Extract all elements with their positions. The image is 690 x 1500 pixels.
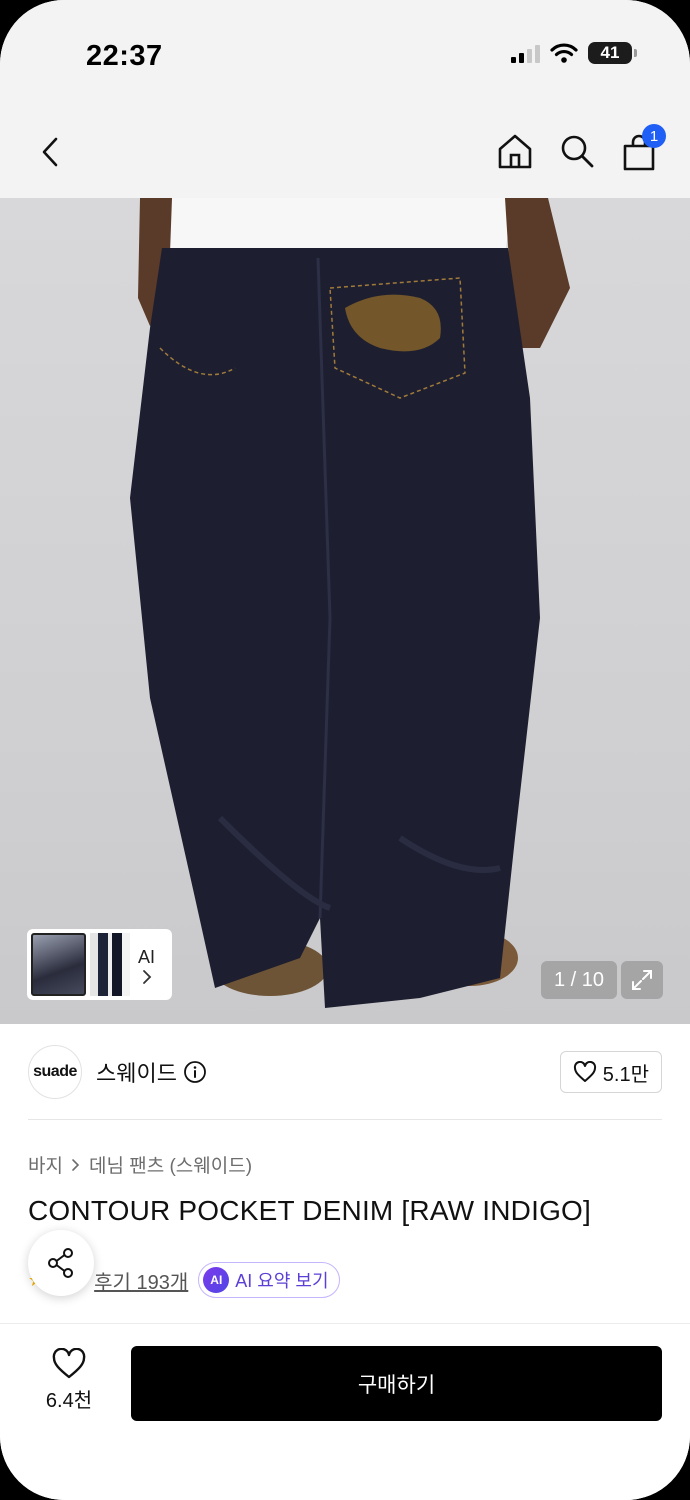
brand-name[interactable]: 스웨이드 (96, 1056, 177, 1088)
battery-icon: 41 (588, 42, 637, 64)
chevron-right-icon (72, 1158, 80, 1171)
breadcrumb-category[interactable]: 바지 (28, 1151, 63, 1178)
status-icons: 41 (511, 42, 637, 64)
product-title: CONTOUR POCKET DENIM [RAW INDIGO] (28, 1195, 592, 1226)
breadcrumb-subcategory[interactable]: 데님 팬츠 (스웨이드) (89, 1151, 252, 1178)
heart-icon (52, 1348, 86, 1379)
cart-button[interactable]: 1 (618, 124, 666, 174)
product-image-gallery[interactable]: AI 1 / 10 (0, 198, 690, 1024)
bottom-action-bar: 6.4천 구매하기 (0, 1323, 690, 1500)
cellular-signal-icon (511, 43, 540, 63)
expand-icon (632, 970, 652, 990)
ai-summary-button[interactable]: AI AI 요약 보기 (198, 1262, 340, 1298)
thumbnail-1[interactable] (31, 933, 86, 996)
heart-icon (573, 1061, 596, 1082)
wifi-icon (550, 43, 578, 63)
wishlist-count: 6.4천 (45, 1390, 93, 1412)
info-icon[interactable] (183, 1060, 207, 1084)
share-button[interactable] (28, 1230, 94, 1296)
breadcrumb: 바지 데님 팬츠 (스웨이드) (28, 1151, 252, 1178)
ai-summary-label: AI 요약 보기 (235, 1271, 329, 1291)
share-icon (48, 1248, 73, 1278)
brand-like-button[interactable]: 5.1만 (559, 1051, 662, 1093)
home-button[interactable] (494, 130, 536, 172)
expand-button[interactable] (621, 961, 663, 999)
brand-logo[interactable]: suade (28, 1045, 82, 1099)
ai-thumbnail-label: AI (138, 946, 156, 967)
ai-badge-icon: AI (203, 1267, 230, 1293)
chevron-left-icon (42, 137, 58, 167)
image-counter: 1 / 10 (541, 961, 617, 999)
thumbnail-2[interactable] (90, 933, 130, 996)
wishlist-button[interactable]: 6.4천 (28, 1348, 110, 1413)
divider (28, 1119, 662, 1120)
cart-count-badge: 1 (642, 124, 666, 148)
reviews-link[interactable]: 후기 193개 (94, 1266, 188, 1295)
search-button[interactable] (556, 130, 598, 172)
home-icon (498, 134, 532, 169)
brand-row: suade 스웨이드 5.1만 (28, 1044, 662, 1100)
chevron-right-icon (142, 969, 151, 984)
app-screen: 22:37 41 1 AI 1 / 10 suade 스웨이드 5.1만 바지 … (0, 0, 690, 1500)
brand-like-count: 5.1만 (602, 1063, 649, 1086)
top-bar: 22:37 41 1 (0, 0, 690, 198)
thumbnail-strip[interactable]: AI (27, 929, 172, 1000)
product-photo (130, 198, 570, 1008)
search-icon (561, 135, 594, 168)
buy-button[interactable]: 구매하기 (131, 1346, 662, 1421)
status-time: 22:37 (86, 40, 163, 72)
ai-thumbnail-button[interactable]: AI (138, 945, 155, 985)
back-button[interactable] (30, 130, 70, 174)
